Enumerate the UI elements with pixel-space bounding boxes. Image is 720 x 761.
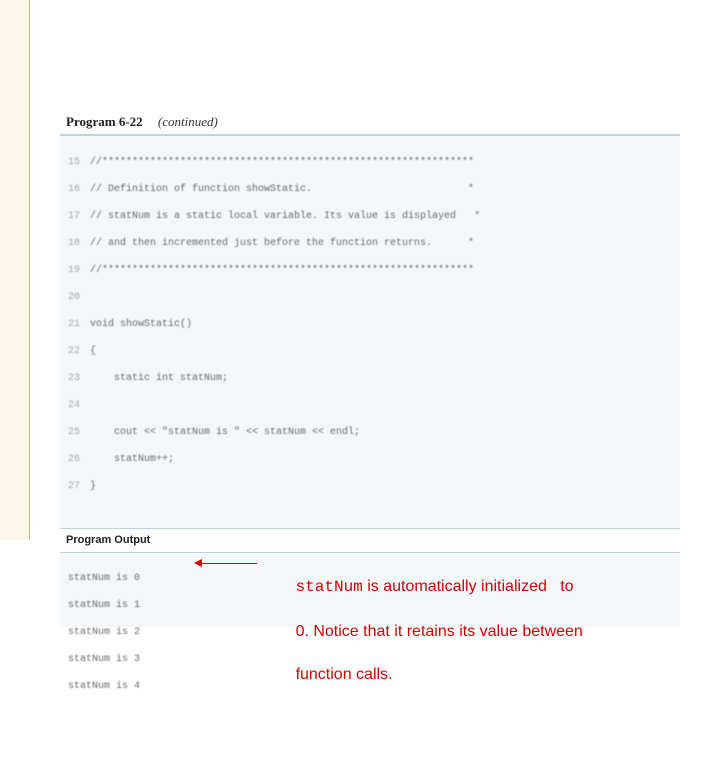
code-line: 24 <box>68 399 672 413</box>
program-label: Program 6-22 <box>66 114 143 129</box>
slide-content: Program 6-22 (continued) 15//***********… <box>60 110 680 627</box>
continued-label: (continued) <box>158 114 218 129</box>
template-sidebar <box>0 0 30 540</box>
code-listing: 15//************************************… <box>60 136 680 528</box>
code-line: 23 static int statNum; <box>68 372 672 386</box>
code-line: 20 <box>68 291 672 305</box>
callout-text-2: 0. Notice that it retains its value betw… <box>296 623 583 640</box>
arrow-icon <box>195 563 257 564</box>
figure-header: Program 6-22 (continued) <box>60 110 680 135</box>
code-line: 27} <box>68 480 672 494</box>
code-line: 15//************************************… <box>68 156 672 170</box>
code-line: 22{ <box>68 345 672 359</box>
program-output: statNum is 0 statNum is 1 statNum is 2 s… <box>60 553 680 627</box>
code-line: 19//************************************… <box>68 264 672 278</box>
output-header: Program Output <box>60 528 680 553</box>
code-line: 21void showStatic() <box>68 318 672 332</box>
code-line: 26 statNum++; <box>68 453 672 467</box>
callout-code-term: statNum <box>296 578 363 596</box>
callout-annotation: statNum is automatically initialized to … <box>260 555 660 707</box>
code-line: 17// statNum is a static local variable.… <box>68 210 672 224</box>
code-line: 25 cout << "statNum is " << statNum << e… <box>68 426 672 440</box>
callout-text-3: function calls. <box>296 666 393 683</box>
code-figure: 15//************************************… <box>60 135 680 627</box>
code-line: 18// and then incremented just before th… <box>68 237 672 251</box>
code-line: 16// Definition of function showStatic. … <box>68 183 672 197</box>
callout-text-1: is automatically initialized to <box>363 578 574 595</box>
